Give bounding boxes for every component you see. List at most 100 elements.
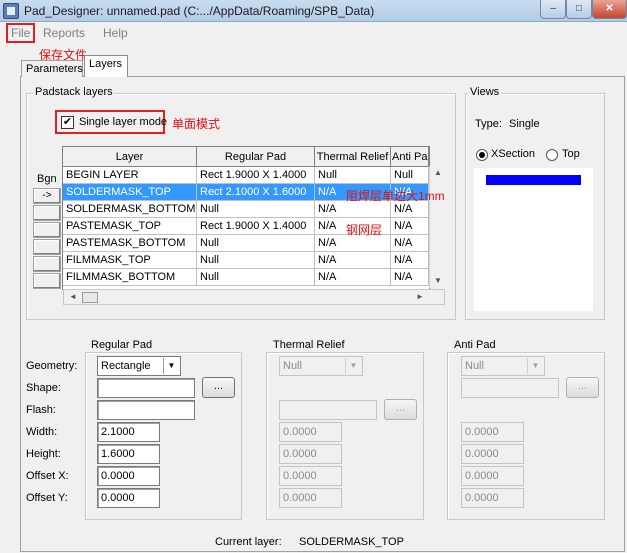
cell-layer: FILMMASK_BOTTOM — [63, 269, 197, 286]
xsection-radio[interactable] — [476, 149, 488, 161]
row-button[interactable] — [33, 205, 61, 221]
row-button[interactable] — [33, 222, 61, 238]
regular-height-field[interactable]: 1.6000 — [97, 444, 160, 464]
anti-pad-title: Anti Pad — [452, 339, 498, 351]
single-layer-mode-checkbox[interactable]: ✔ — [61, 116, 74, 129]
thermal-offset-y-field: 0.0000 — [279, 488, 342, 508]
table-row[interactable]: FILMMASK_TOP Null N/A N/A — [63, 252, 429, 269]
anti-shape-field — [461, 378, 559, 398]
column-header-layer[interactable]: Layer — [63, 147, 197, 167]
annotation-single-mode: 单面模式 — [172, 117, 221, 131]
menu-bar — [0, 22, 627, 44]
maximize-button[interactable]: □ — [566, 0, 592, 19]
width-label: Width: — [26, 426, 58, 438]
single-layer-mode-label: Single layer mode — [79, 116, 168, 128]
regular-offset-y-field[interactable]: 0.0000 — [97, 488, 160, 508]
current-layer-value: SOLDERMASK_TOP — [299, 536, 404, 548]
menu-reports[interactable]: Reports — [43, 26, 85, 40]
offset-y-label: Offset Y: — [26, 492, 68, 504]
cell-layer: FILMMASK_TOP — [63, 252, 197, 269]
top-label: Top — [562, 148, 580, 160]
column-header-thermal-relief[interactable]: Thermal Relief — [315, 147, 391, 167]
chevron-down-icon[interactable]: ▼ — [163, 358, 179, 374]
cell-anti-pad: N/A — [391, 269, 429, 286]
scroll-left-icon[interactable]: ◄ — [65, 292, 81, 301]
chevron-down-icon: ▼ — [527, 358, 543, 374]
scroll-up-icon[interactable]: ▲ — [430, 168, 446, 177]
offset-x-label: Offset X: — [26, 470, 69, 482]
annotation-soldermask: 阻焊层单边大1mm — [346, 189, 445, 203]
cell-layer: PASTEMASK_TOP — [63, 218, 197, 235]
cell-layer: SOLDERMASK_TOP — [63, 184, 197, 201]
cell-anti-pad: N/A — [391, 218, 429, 235]
scroll-thumb[interactable] — [82, 292, 98, 303]
anti-height-field: 0.0000 — [461, 444, 524, 464]
cell-regular-pad: Null — [197, 252, 315, 269]
regular-geometry-select[interactable]: Rectangle ▼ — [97, 356, 181, 376]
minimize-button[interactable]: – — [540, 0, 566, 19]
scroll-down-icon[interactable]: ▼ — [430, 276, 446, 285]
xsection-label: XSection — [491, 148, 536, 160]
cell-layer: SOLDERMASK_BOTTOM — [63, 201, 197, 218]
cell-regular-pad: Null — [197, 269, 315, 286]
thermal-geometry-value: Null — [283, 360, 302, 372]
table-row[interactable]: BEGIN LAYER Rect 1.9000 X 1.4000 Null Nu… — [63, 167, 429, 184]
tab-layers[interactable]: Layers — [84, 55, 128, 77]
anti-shape-browse-button: ... — [566, 377, 599, 398]
scroll-right-icon[interactable]: ► — [412, 292, 428, 301]
anti-offset-y-field: 0.0000 — [461, 488, 524, 508]
anti-geometry-select: Null ▼ — [461, 356, 545, 376]
table-row[interactable]: FILMMASK_BOTTOM Null N/A N/A — [63, 269, 429, 286]
row-button[interactable]: -> — [33, 188, 61, 204]
current-layer-label: Current layer: — [215, 536, 282, 548]
cell-regular-pad: Rect 2.1000 X 1.6000 — [197, 184, 315, 201]
regular-shape-field[interactable] — [97, 378, 195, 398]
regular-width-field[interactable]: 2.1000 — [97, 422, 160, 442]
views-title: Views — [468, 86, 502, 98]
regular-shape-browse-button[interactable]: ... — [202, 377, 235, 398]
regular-geometry-value: Rectangle — [101, 360, 151, 372]
row-button[interactable] — [33, 273, 61, 289]
thermal-height-field: 0.0000 — [279, 444, 342, 464]
height-label: Height: — [26, 448, 61, 460]
row-button[interactable] — [33, 256, 61, 272]
cell-regular-pad: Null — [197, 201, 315, 218]
cell-regular-pad: Rect 1.9000 X 1.4000 — [197, 167, 315, 184]
regular-offset-x-field[interactable]: 0.0000 — [97, 466, 160, 486]
app-icon — [3, 3, 19, 19]
regular-flash-field[interactable] — [97, 400, 195, 420]
menu-help[interactable]: Help — [103, 26, 128, 40]
thermal-relief-title: Thermal Relief — [271, 339, 347, 351]
cell-layer: BEGIN LAYER — [63, 167, 197, 184]
type-value: Single — [509, 118, 540, 130]
thermal-flash-browse-button: ... — [384, 399, 417, 420]
type-label: Type: — [475, 118, 502, 130]
anti-geometry-value: Null — [465, 360, 484, 372]
view-canvas — [474, 168, 593, 311]
close-button[interactable]: ✕ — [592, 0, 627, 19]
pad-cross-section — [486, 175, 581, 185]
cell-regular-pad: Null — [197, 235, 315, 252]
regular-pad-title: Regular Pad — [89, 339, 155, 351]
anti-offset-x-field: 0.0000 — [461, 466, 524, 486]
cell-thermal-relief: N/A — [315, 269, 391, 286]
file-highlight-box — [6, 23, 35, 43]
bgn-label: Bgn — [37, 173, 57, 185]
padstack-layers-title: Padstack layers — [33, 86, 115, 98]
cell-anti-pad: N/A — [391, 252, 429, 269]
column-header-regular-pad[interactable]: Regular Pad — [197, 147, 315, 167]
flash-label: Flash: — [26, 404, 56, 416]
cell-anti-pad: N/A — [391, 235, 429, 252]
anti-width-field: 0.0000 — [461, 422, 524, 442]
row-button[interactable] — [33, 239, 61, 255]
cell-thermal-relief: N/A — [315, 252, 391, 269]
thermal-geometry-select: Null ▼ — [279, 356, 363, 376]
top-radio[interactable] — [546, 149, 558, 161]
thermal-width-field: 0.0000 — [279, 422, 342, 442]
grid-horizontal-scrollbar[interactable]: ◄ ► — [63, 289, 445, 305]
tab-parameters[interactable]: Parameters — [21, 60, 83, 77]
chevron-down-icon: ▼ — [345, 358, 361, 374]
shape-label: Shape: — [26, 382, 61, 394]
column-header-anti-pad[interactable]: Anti Pad — [391, 147, 429, 167]
grid-vertical-scrollbar[interactable]: ▲ ▼ — [429, 166, 445, 288]
